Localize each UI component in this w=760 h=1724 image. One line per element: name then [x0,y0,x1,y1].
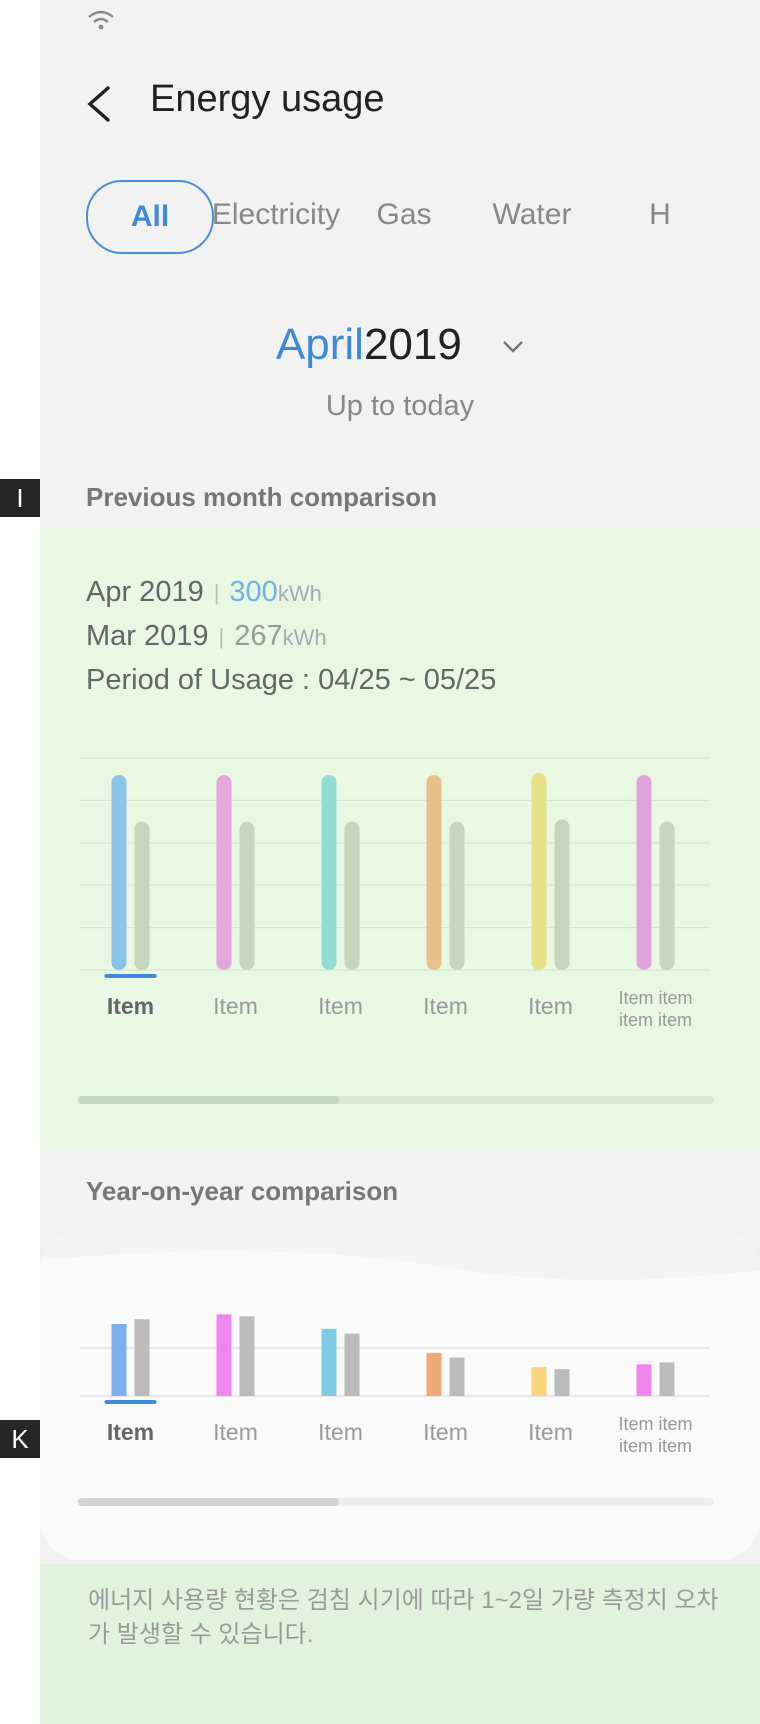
previous-month-title: Previous month comparison [86,482,438,512]
bar-previous [449,821,465,970]
x-tick-label[interactable]: Item [423,1419,468,1445]
bar-current [636,774,652,970]
chart-scrollbar-2[interactable] [78,1498,714,1506]
x-tick-label[interactable]: Item [528,993,573,1019]
bar-previous [449,1357,465,1396]
current-month-label: Apr 2019 [86,576,204,608]
bar-previous [554,819,570,970]
bar-current [216,1314,232,1396]
notice-panel: 에너지 사용량 현황은 검침 시기에 따라 1~2일 가량 측정치 오차가 발생… [40,1564,760,1724]
separator: | [218,624,225,650]
chart-scrollbar-thumb-2[interactable] [78,1498,339,1506]
chevron-left-icon [87,86,110,122]
period-of-usage: Period of Usage : 04/25 ~ 05/25 [86,664,497,696]
month-label: April [275,320,364,369]
tab-h[interactable]: H [598,180,722,250]
bar-previous [239,1316,255,1396]
bar-current [111,774,127,970]
back-button[interactable] [84,84,114,124]
side-marker-i: I [0,479,40,517]
tab-water[interactable]: Water [470,180,594,250]
x-tick-label: item item [619,1010,692,1030]
x-tick-label[interactable]: Item [213,1419,258,1445]
side-marker-k: K [0,1420,40,1458]
previous-usage-row: Mar 2019 | 267kWh [86,620,327,653]
current-usage-value: 300 [229,576,278,608]
x-tick-label: item item [619,1436,692,1456]
page-title: Energy usage [150,78,385,120]
year-on-year-title: Year-on-year comparison [86,1176,399,1206]
bar-current [321,1328,337,1396]
x-tick-label[interactable]: Item [318,993,363,1019]
x-tick-label[interactable]: Item [318,1419,363,1445]
bar-current [531,772,547,970]
period-subtitle: Up to today [325,390,475,422]
category-tabs: All Electricity Gas Water H [86,180,760,254]
selected-underline [104,974,157,978]
x-tick-label[interactable]: Item [107,1419,154,1445]
bar-previous [134,821,150,970]
previous-month-chart[interactable]: Item Item Item Item Item Item itemitem item [70,738,720,1098]
current-usage-row: Apr 2019 | 300kWh [86,576,322,609]
bar-current [636,1364,652,1396]
bar-current [321,774,337,970]
x-tick-label[interactable]: Item [107,993,154,1019]
bar-current [531,1367,547,1396]
app-screen: Energy usage All Electricity Gas Water H… [40,0,760,1724]
separator: | [213,580,220,606]
bar-previous [239,821,255,970]
chevron-down-icon [503,341,523,354]
previous-usage-value: 267 [234,620,283,652]
tab-gas[interactable]: Gas [342,180,466,250]
notice-text: 에너지 사용량 현황은 검침 시기에 따라 1~2일 가량 측정치 오차가 발생… [88,1587,719,1648]
bar-previous [659,1362,675,1396]
bar-previous [659,821,675,970]
x-tick-label[interactable]: Item [528,1419,573,1445]
wifi-icon [88,10,114,30]
tab-electricity[interactable]: Electricity [212,180,340,250]
chart-scrollbar[interactable] [78,1096,714,1104]
bar-previous [134,1319,150,1396]
year-on-year-chart[interactable]: Item Item Item Item Item Item itemitem item [70,1300,720,1480]
year-on-year-card: Item Item Item Item Item Item item item item [40,1230,760,1560]
bar-current [426,1352,442,1396]
bar-previous [554,1369,570,1396]
bar-previous [344,821,360,970]
previous-month-label: Mar 2019 [86,620,209,652]
x-tick-label: Item item [618,988,692,1008]
tab-all[interactable]: All [86,180,214,254]
bar-current [426,774,442,970]
month-selector[interactable]: April2019 [40,320,760,370]
current-usage-unit: kWh [277,581,322,606]
x-tick-label: Item item [618,1414,692,1434]
x-tick-label[interactable]: Item [423,993,468,1019]
x-tick-label[interactable]: Item [213,993,258,1019]
chart-scrollbar-thumb[interactable] [78,1096,339,1104]
previous-month-card: Apr 2019 | 300kWh Mar 2019 | 267kWh Period o… [40,528,760,1150]
bar-previous [344,1333,360,1396]
previous-usage-unit: kWh [282,625,327,650]
selected-underline [104,1400,157,1404]
bar-current [111,1324,127,1396]
bar-current [216,774,232,970]
year-label: 2019 [363,320,462,369]
